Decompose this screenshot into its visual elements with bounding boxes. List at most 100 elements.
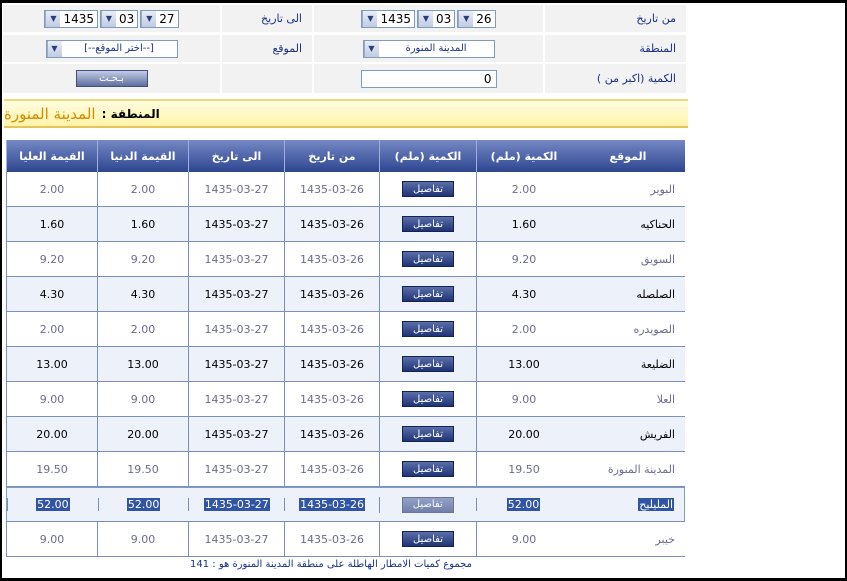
table-row[interactable]: 19.50 19.50 1435-03-27 1435-03-26 تفاصيل 19.5… — [6, 452, 685, 487]
cell-min: 19.50 — [97, 452, 188, 486]
cell-min: 4.30 — [97, 277, 188, 311]
filter-row-dates: من تاريخ ▼ 1435 ▼ 03 ▼ 26 الى تاريخ ▼ 1435 ▼… — [2, 4, 845, 33]
table-row[interactable]: 9.00 9.00 1435-03-27 1435-03-26 تفاصيل 9.00 ال… — [6, 382, 685, 417]
cell-qty: 2.00 — [476, 312, 571, 346]
table-row[interactable]: 9.00 9.00 1435-03-27 1435-03-26 تفاصيل 9.00 خي… — [6, 522, 685, 557]
chevron-down-icon: ▼ — [46, 40, 62, 57]
table-header: القيمة العليا القيمة الدنيا الى تاريخ من… — [6, 140, 685, 172]
region-banner: المنطقة : المدينة المنورة — [4, 99, 688, 128]
region-label: المنطقة — [544, 34, 687, 63]
table-row[interactable]: 13.00 13.00 1435-03-27 1435-03-26 تفاصيل 13.0… — [6, 347, 685, 382]
cell-details: تفاصيل — [379, 207, 476, 241]
col-min[interactable]: القيمة الدنيا — [97, 140, 188, 172]
qty-label: الكمية (اكبر من ) — [544, 63, 687, 94]
chevron-down-icon: ▼ — [417, 10, 433, 27]
col-max[interactable]: القيمة العليا — [6, 140, 97, 172]
cell-details: تفاصيل — [379, 452, 476, 486]
cell-from: 1435-03-26 — [284, 207, 379, 241]
cell-details: تفاصيل — [379, 417, 476, 451]
details-button[interactable]: تفاصيل — [402, 181, 454, 197]
to-day-select[interactable]: ▼ 27 — [140, 9, 179, 28]
cell-details: تفاصيل — [379, 347, 476, 381]
cell-to: 1435-03-27 — [188, 347, 284, 381]
col-qty-details[interactable]: الكمية (ملم) — [379, 140, 476, 172]
cell-location: السويق — [640, 252, 675, 266]
app-frame: من تاريخ ▼ 1435 ▼ 03 ▼ 26 الى تاريخ ▼ 1435 ▼… — [2, 3, 845, 578]
details-button[interactable]: تفاصيل — [402, 286, 454, 302]
to-year-select[interactable]: ▼ 1435 — [44, 9, 98, 28]
rainfall-table: القيمة العليا القيمة الدنيا الى تاريخ من… — [6, 140, 685, 557]
table-row[interactable]: 1.60 1.60 1435-03-27 1435-03-26 تفاصيل 1.60 ال… — [6, 207, 685, 242]
table-row[interactable]: 20.00 20.00 1435-03-27 1435-03-26 تفاصيل 20.0… — [6, 417, 685, 452]
details-button[interactable]: تفاصيل — [402, 356, 454, 372]
search-button[interactable]: بـحـث — [75, 70, 148, 87]
cell-max: 52.00 — [7, 498, 98, 511]
col-to[interactable]: الى تاريخ — [188, 140, 284, 172]
cell-qty: 9.00 — [476, 382, 571, 416]
cell-to: 1435-03-27 — [188, 452, 284, 486]
to-month-select[interactable]: ▼ 03 — [99, 9, 139, 28]
cell-qty: 1.60 — [476, 207, 571, 241]
site-field: ▼ [--اختر الموقع--] — [2, 34, 221, 63]
filter-row-region: المنطقة ▼ المدينة المنورة الموقع ▼ [--اختر… — [2, 34, 845, 63]
region-field: ▼ المدينة المنورة — [313, 34, 544, 63]
cell-to: 1435-03-27 — [188, 382, 284, 416]
cell-location: الفريش — [639, 427, 675, 441]
cell-location: البوير — [650, 182, 675, 196]
from-day-select[interactable]: ▼ 26 — [457, 9, 496, 28]
cell-to: 1435-03-27 — [188, 312, 284, 346]
banner-label: المنطقة : — [101, 106, 160, 121]
cell-location: الصلصله — [636, 287, 675, 301]
site-label: الموقع — [221, 34, 313, 63]
from-year-select[interactable]: ▼ 1435 — [361, 9, 415, 28]
table-row[interactable]: 9.20 9.20 1435-03-27 1435-03-26 تفاصيل 9.20 ال… — [6, 242, 685, 277]
col-from[interactable]: من تاريخ — [284, 140, 379, 172]
cell-from: 1435-03-26 — [284, 522, 379, 556]
cell-qty: 13.00 — [476, 347, 571, 381]
cell-location: المليليح — [638, 498, 675, 511]
cell-to: 1435-03-27 — [188, 498, 284, 511]
details-button[interactable]: تفاصيل — [402, 461, 454, 477]
details-button[interactable]: تفاصيل — [402, 391, 454, 407]
cell-min: 2.00 — [97, 312, 188, 346]
details-button[interactable]: تفاصيل — [402, 216, 454, 232]
search-cell: بـحـث — [2, 63, 221, 94]
cell-to: 1435-03-27 — [188, 522, 284, 556]
details-button[interactable]: تفاصيل — [402, 251, 454, 267]
cell-min: 9.20 — [97, 242, 188, 276]
table-row[interactable]: 4.30 4.30 1435-03-27 1435-03-26 تفاصيل 4.30 ال… — [6, 277, 685, 312]
cell-details: تفاصيل — [379, 382, 476, 416]
cell-details: تفاصيل — [379, 312, 476, 346]
cell-qty: 9.20 — [476, 242, 571, 276]
site-select[interactable]: ▼ [--اختر الموقع--] — [45, 39, 178, 58]
cell-max: 4.30 — [6, 277, 97, 311]
cell-qty: 4.30 — [476, 277, 571, 311]
qty-input[interactable]: 0 — [360, 69, 497, 88]
cell-max: 2.00 — [6, 172, 97, 206]
table-row[interactable]: 2.00 2.00 1435-03-27 1435-03-26 تفاصيل 2.00 ال… — [6, 312, 685, 347]
region-select[interactable]: ▼ المدينة المنورة — [362, 39, 495, 58]
cell-max: 20.00 — [6, 417, 97, 451]
cell-details: تفاصيل — [378, 496, 476, 513]
cell-details: تفاصيل — [379, 522, 476, 556]
details-button[interactable]: تفاصيل — [402, 531, 454, 547]
cell-to: 1435-03-27 — [188, 277, 284, 311]
table-row[interactable]: 52.00 52.00 1435-03-27 1435-03-26 تفاصيل 52.0… — [6, 487, 685, 522]
col-qty[interactable]: الكمية (ملم) — [476, 140, 571, 172]
cell-from: 1435-03-26 — [284, 498, 379, 511]
cell-location: العلا — [656, 392, 675, 406]
col-location[interactable]: الموقع — [571, 140, 685, 172]
cell-max: 9.20 — [6, 242, 97, 276]
table-row[interactable]: 2.00 2.00 1435-03-27 1435-03-26 تفاصيل 2.00 ال… — [6, 172, 685, 207]
from-month-select[interactable]: ▼ 03 — [416, 9, 456, 28]
cell-from: 1435-03-26 — [284, 452, 379, 486]
details-button[interactable]: تفاصيل — [401, 496, 454, 513]
chevron-down-icon: ▼ — [100, 10, 116, 27]
cell-to: 1435-03-27 — [188, 242, 284, 276]
cell-max: 13.00 — [6, 347, 97, 381]
cell-max: 9.00 — [6, 522, 97, 556]
cell-max: 19.50 — [6, 452, 97, 486]
details-button[interactable]: تفاصيل — [402, 426, 454, 442]
cell-min: 9.00 — [97, 522, 188, 556]
details-button[interactable]: تفاصيل — [402, 321, 454, 337]
